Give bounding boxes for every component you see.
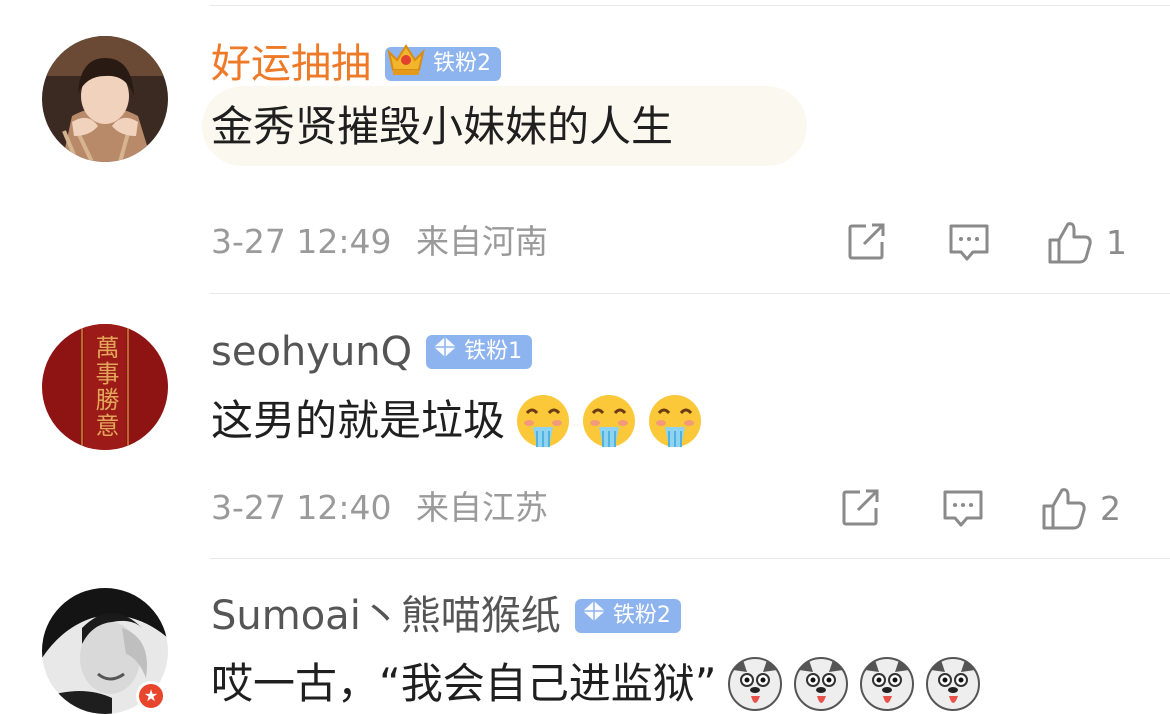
drooling-face-emoji bbox=[647, 393, 703, 449]
fan-badge-label: 铁粉2 bbox=[433, 51, 491, 76]
vip-badge: ★ bbox=[136, 681, 166, 711]
share-icon bbox=[842, 489, 879, 526]
top-divider bbox=[210, 5, 1170, 6]
avatar-text: 萬事勝意 bbox=[91, 335, 119, 439]
comment-2-text: 这男的就是垃圾 bbox=[211, 396, 506, 445]
avatar-calligraphy: 萬事勝意 bbox=[42, 324, 168, 450]
comment-button[interactable] bbox=[947, 222, 991, 264]
share-button[interactable] bbox=[846, 222, 888, 262]
comment-divider bbox=[210, 558, 1170, 559]
husky-dog-emoji bbox=[793, 656, 849, 712]
comment-icon bbox=[949, 224, 989, 261]
share-icon bbox=[848, 223, 885, 260]
fan-badge-gem-icon bbox=[432, 335, 458, 370]
location: 来自河南 bbox=[416, 222, 548, 261]
username[interactable]: seohyunQ bbox=[211, 326, 412, 378]
comment-text[interactable]: 这男的就是垃圾 bbox=[211, 392, 703, 450]
comment-text[interactable]: 金秀贤摧毁小妹妹的人生 bbox=[211, 98, 673, 156]
comment-3-text: 哎一古，“我会自己进监狱” bbox=[211, 659, 717, 708]
username[interactable]: 好运抽抽 bbox=[211, 38, 371, 90]
comment-1-text: 金秀贤摧毁小妹妹的人生 bbox=[211, 102, 674, 151]
like-icon bbox=[1048, 222, 1092, 264]
location: 来自江苏 bbox=[416, 488, 548, 527]
username[interactable]: Sumoai丶熊喵猴纸 bbox=[211, 590, 561, 642]
husky-dog-emoji bbox=[727, 656, 783, 712]
comment-icon bbox=[943, 490, 983, 527]
like-count: 1 bbox=[1106, 223, 1127, 262]
comment-1-header: 好运抽抽 铁粉2 bbox=[211, 38, 501, 90]
comment-text[interactable]: 哎一古，“我会自己进监狱” bbox=[211, 655, 981, 713]
comment-2-header: seohyunQ 铁粉1 bbox=[211, 326, 533, 378]
share-button[interactable] bbox=[840, 488, 882, 528]
avatar[interactable] bbox=[42, 36, 168, 162]
timestamp: 3-27 12:40 bbox=[211, 488, 392, 527]
comment-button[interactable] bbox=[941, 488, 985, 530]
like-button[interactable]: 2 bbox=[1040, 486, 1121, 532]
comment-meta: 3-27 12:40 来自江苏 bbox=[211, 488, 548, 528]
fan-badge[interactable]: 铁粉1 bbox=[426, 335, 533, 370]
fan-badge-label: 铁粉1 bbox=[464, 339, 523, 364]
like-icon bbox=[1042, 488, 1086, 530]
husky-dog-emoji bbox=[925, 656, 981, 712]
fan-badge[interactable]: 铁粉2 bbox=[385, 43, 501, 81]
timestamp: 3-27 12:49 bbox=[211, 222, 392, 261]
avatar[interactable]: 萬事勝意 bbox=[42, 324, 168, 450]
fan-badge-label: 铁粉2 bbox=[612, 603, 671, 628]
drooling-face-emoji bbox=[515, 393, 571, 449]
fan-badge-gem-icon bbox=[581, 599, 607, 634]
drooling-face-emoji bbox=[581, 393, 637, 449]
comment-meta: 3-27 12:49 来自河南 bbox=[211, 222, 548, 262]
husky-dog-emoji bbox=[859, 656, 915, 712]
comment-list: 好运抽抽 铁粉2 金秀贤摧毁小妹妹的人生 3-27 12:49 来自河南 1 萬… bbox=[0, 0, 1170, 714]
like-button[interactable]: 1 bbox=[1046, 220, 1127, 266]
fan-badge[interactable]: 铁粉2 bbox=[574, 599, 681, 634]
comment-3-header: Sumoai丶熊喵猴纸 铁粉2 bbox=[211, 590, 681, 642]
fan-badge-crown-icon bbox=[385, 40, 427, 89]
like-count: 2 bbox=[1100, 489, 1121, 528]
comment-divider bbox=[210, 293, 1170, 294]
